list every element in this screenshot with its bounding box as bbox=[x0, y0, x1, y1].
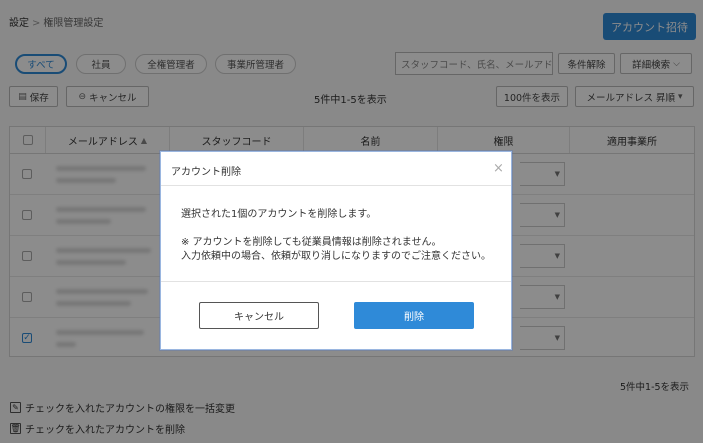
dialog-body: 選択された1個のアカウントを削除します。 ※ アカウントを削除しても従業員情報は… bbox=[181, 208, 501, 264]
dialog-header: アカウント削除 × bbox=[161, 152, 511, 186]
dialog-title: アカウント削除 bbox=[171, 167, 241, 178]
dialog-message: 選択された1個のアカウントを削除します。 bbox=[181, 209, 377, 220]
dialog-note-line2: 入力依頼中の場合、依頼が取り消しになりますのでご注意ください。 bbox=[181, 251, 491, 262]
dialog-note-line1: ※ アカウントを削除しても従業員情報は削除されません。 bbox=[181, 237, 442, 248]
dialog-cancel-button[interactable]: キャンセル bbox=[199, 302, 319, 329]
dialog-divider bbox=[161, 281, 511, 282]
close-icon[interactable]: × bbox=[493, 161, 504, 176]
delete-account-dialog: アカウント削除 × 選択された1個のアカウントを削除します。 ※ アカウントを削… bbox=[160, 151, 512, 350]
dialog-delete-button[interactable]: 削除 bbox=[354, 302, 474, 329]
